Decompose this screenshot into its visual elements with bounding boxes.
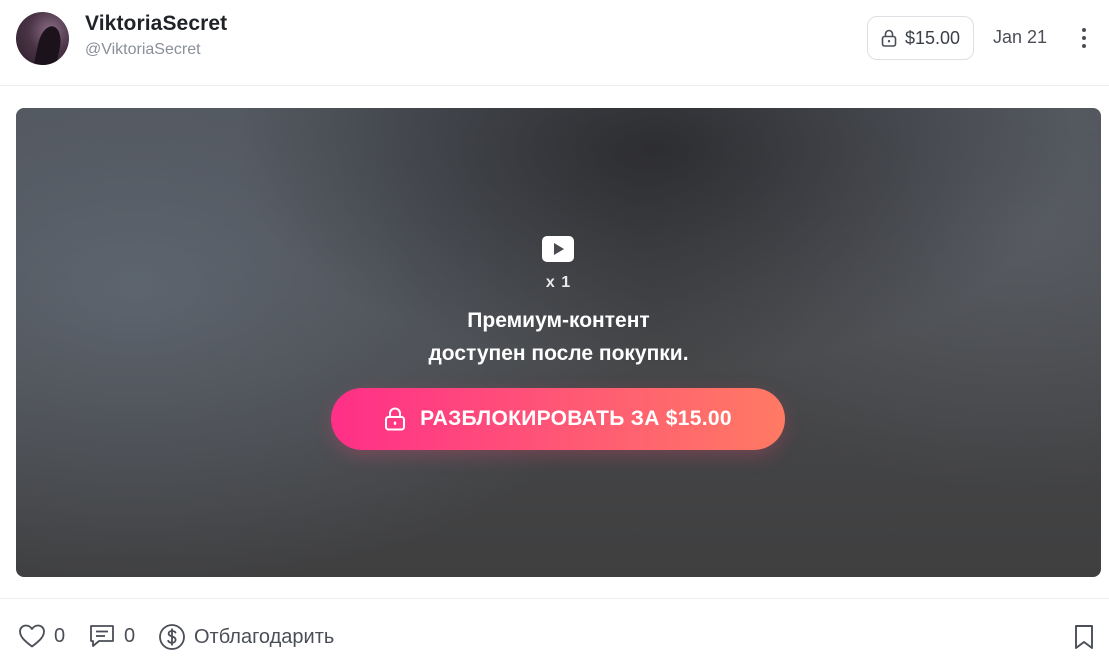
like-count: 0	[54, 624, 66, 647]
post-footer: 0 0 Отблагодарить	[0, 598, 1109, 668]
lock-icon	[385, 407, 406, 431]
dollar-icon	[159, 624, 185, 650]
display-name[interactable]: ViktoriaSecret	[85, 12, 227, 36]
tip-label: Отблагодарить	[194, 625, 335, 648]
bookmark-button[interactable]	[1073, 624, 1095, 655]
post-header: ViktoriaSecret @ViktoriaSecret $15.00 Ja…	[0, 0, 1109, 86]
like-button[interactable]: 0	[18, 623, 65, 649]
locked-message-line-1: Премиум-контент	[467, 309, 650, 332]
locked-message-line-2: доступен после покупки.	[428, 342, 689, 365]
locked-message: Премиум-контент доступен после покупки.	[16, 304, 1101, 370]
username[interactable]: @ViktoriaSecret	[85, 41, 201, 59]
media-count: x 1	[545, 274, 572, 291]
price-badge-label: $15.00	[904, 27, 961, 48]
avatar[interactable]	[16, 12, 69, 65]
post-date: Jan 21	[993, 27, 1048, 47]
heart-icon	[19, 624, 45, 648]
bookmark-icon	[1075, 625, 1093, 649]
unlock-button[interactable]: РАЗБЛОКИРОВАТЬ ЗА $15.00	[331, 388, 785, 450]
lock-icon	[881, 29, 897, 47]
video-play-icon	[542, 236, 574, 262]
more-vertical-icon[interactable]	[1072, 24, 1096, 52]
comment-button[interactable]: 0	[88, 623, 135, 649]
comment-icon	[90, 625, 114, 647]
price-badge[interactable]: $15.00	[867, 16, 974, 60]
tip-button[interactable]: Отблагодарить	[158, 623, 334, 651]
unlock-button-label: РАЗБЛОКИРОВАТЬ ЗА $15.00	[420, 407, 732, 430]
comment-count: 0	[124, 624, 136, 647]
locked-media: x 1 Премиум-контент доступен после покуп…	[16, 108, 1101, 577]
